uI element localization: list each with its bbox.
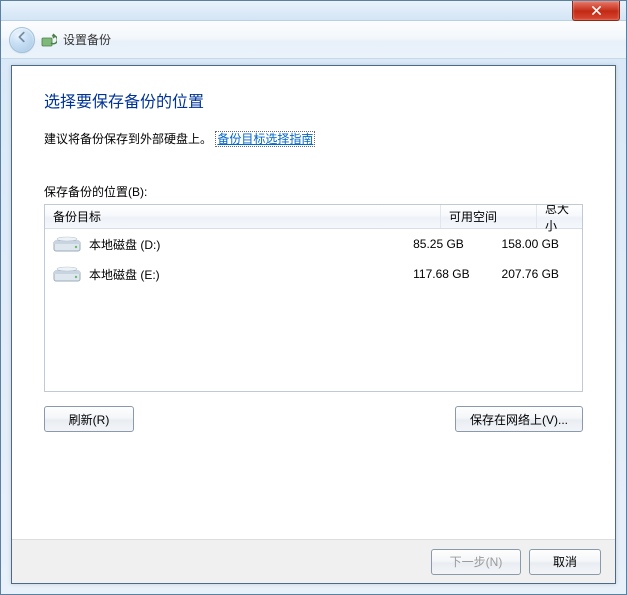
drive-name: 本地磁盘 (E:): [89, 266, 160, 283]
arrow-left-icon: [15, 30, 29, 49]
guide-link[interactable]: 备份目标选择指南: [215, 131, 315, 147]
drive-total: 158.00 GB: [494, 237, 582, 251]
save-network-button[interactable]: 保存在网络上(V)...: [455, 406, 583, 432]
col-header-target[interactable]: 备份目标: [45, 205, 441, 228]
table-header: 备份目标 可用空间 总大小: [45, 205, 582, 229]
location-label: 保存备份的位置(B):: [44, 183, 583, 200]
recommend-text: 建议将备份保存到外部硬盘上。: [44, 132, 212, 146]
middle-button-row: 刷新(R) 保存在网络上(V)...: [44, 406, 583, 432]
recommend-line: 建议将备份保存到外部硬盘上。 备份目标选择指南: [44, 130, 583, 147]
hard-drive-icon: [53, 265, 81, 283]
page-heading: 选择要保存备份的位置: [44, 88, 583, 112]
window-frame: 设置备份 选择要保存备份的位置 建议将备份保存到外部硬盘上。 备份目标选择指南 …: [0, 0, 627, 595]
back-button[interactable]: [9, 27, 35, 53]
drive-total: 207.76 GB: [494, 267, 582, 281]
titlebar: [1, 1, 626, 21]
content-frame: 选择要保存备份的位置 建议将备份保存到外部硬盘上。 备份目标选择指南 保存备份的…: [11, 65, 616, 584]
hard-drive-icon: [53, 235, 81, 253]
close-button[interactable]: [572, 1, 620, 21]
col-header-total[interactable]: 总大小: [537, 205, 582, 228]
drive-table: 备份目标 可用空间 总大小: [44, 204, 583, 392]
backup-app-icon: [41, 32, 57, 48]
drive-name: 本地磁盘 (D:): [89, 236, 160, 253]
table-row[interactable]: 本地磁盘 (E:) 117.68 GB 207.76 GB: [45, 259, 582, 289]
table-row[interactable]: 本地磁盘 (D:) 85.25 GB 158.00 GB: [45, 229, 582, 259]
drive-free: 85.25 GB: [405, 237, 493, 251]
next-button[interactable]: 下一步(N): [431, 549, 521, 575]
window-title: 设置备份: [63, 31, 111, 48]
footer-bar: 下一步(N) 取消: [12, 539, 615, 583]
drive-free: 117.68 GB: [405, 267, 493, 281]
col-header-free[interactable]: 可用空间: [441, 205, 537, 228]
close-icon: [591, 2, 602, 20]
cancel-button[interactable]: 取消: [529, 549, 601, 575]
refresh-button[interactable]: 刷新(R): [44, 406, 134, 432]
header-bar: 设置备份: [1, 21, 626, 59]
